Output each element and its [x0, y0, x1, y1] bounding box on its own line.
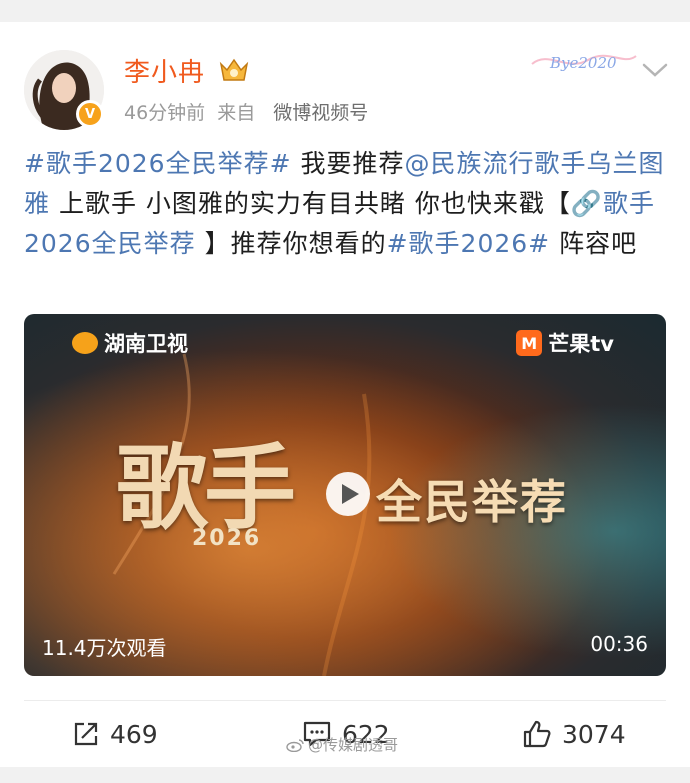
watermark-text: @传媒剧透哥 [308, 736, 399, 754]
play-button[interactable] [326, 472, 370, 516]
repost-icon [74, 722, 98, 746]
mango-tv-logo: M 芒果tv [516, 328, 614, 358]
decoration-text: Bye2020 [549, 54, 617, 72]
post-text: #歌手2026全民举荐# 我要推荐@民族流行歌手乌兰图雅 上歌手 小图雅的实力有… [24, 144, 672, 264]
verified-badge-icon: V [76, 100, 104, 128]
like-count: 3074 [562, 719, 626, 749]
video-duration: 00:36 [590, 632, 648, 656]
post-meta: 46分钟前 来自 微博视频号 [124, 98, 368, 125]
repost-count: 469 [110, 719, 158, 749]
weibo-post-card: V 李小冉 46分钟前 来自 微博视频号 Bye2020 #歌手2026全民举荐#… [0, 22, 690, 767]
crown-badge-icon[interactable] [218, 56, 250, 84]
weibo-logo-icon [286, 738, 304, 752]
post-text-segment: 】推荐你想看的 [204, 229, 387, 258]
topic-link[interactable]: #歌手2026全民举荐# [24, 149, 292, 178]
card-decoration: Bye2020 [531, 54, 637, 72]
play-icon [342, 484, 359, 504]
thumbs-up-icon [523, 720, 551, 748]
post-text-segment: 上歌手 小图雅的实力有目共睹 你也快来戳【 [50, 189, 571, 218]
divider [24, 700, 666, 701]
video-title-right: 全民举荐 [376, 475, 568, 529]
video-title-year: 2026 [192, 526, 262, 551]
hunan-tv-logo: 湖南卫视 [72, 328, 188, 358]
post-source[interactable]: 微博视频号 [273, 102, 368, 124]
video-view-count: 11.4万次观看 [42, 636, 167, 660]
mango-tv-logo-text: 芒果tv [548, 332, 614, 356]
video-player[interactable]: 湖南卫视 M 芒果tv 歌手 2026 全民举荐 11.4万次观看 00:36 [24, 314, 666, 676]
source-prefix: 来自 [217, 102, 256, 124]
chevron-down-icon[interactable] [640, 60, 670, 80]
topic-link[interactable]: #歌手2026# [387, 229, 551, 258]
hunan-tv-logo-icon [72, 332, 98, 354]
username[interactable]: 李小冉 [124, 52, 205, 89]
watermark: @传媒剧透哥 [286, 734, 398, 755]
mango-tv-logo-icon: M [516, 330, 543, 356]
hunan-tv-logo-text: 湖南卫视 [104, 332, 188, 356]
post-text-segment: 我要推荐 [291, 149, 405, 178]
repost-button[interactable]: 469 [72, 716, 158, 752]
like-button[interactable]: 3074 [522, 716, 626, 752]
post-time: 46分钟前 [124, 102, 206, 124]
post-text-segment: 阵容吧 [550, 229, 638, 258]
